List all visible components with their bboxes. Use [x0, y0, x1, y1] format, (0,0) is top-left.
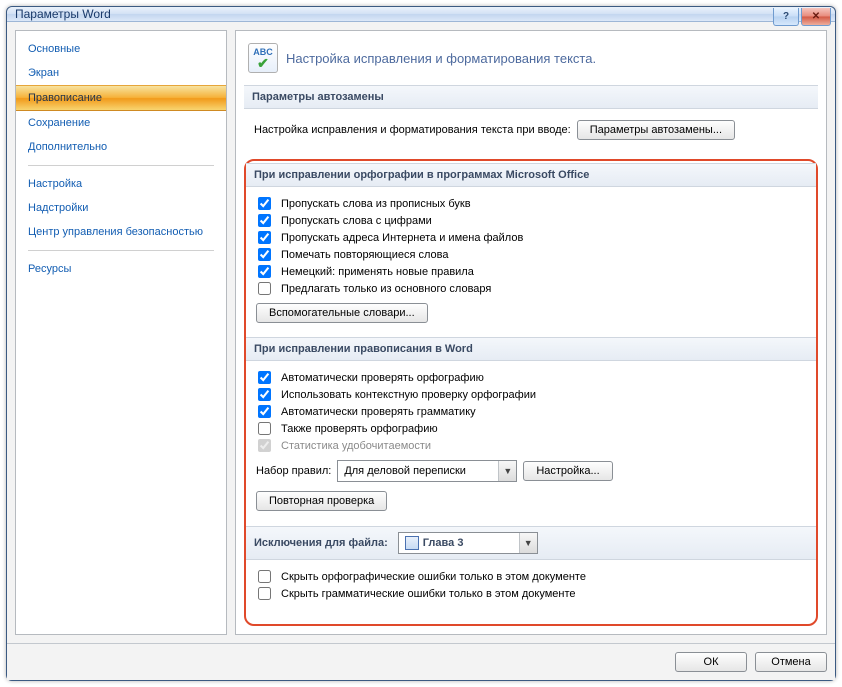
- proofing-icon: ABC ✔: [248, 43, 278, 73]
- sidebar-item-resources[interactable]: Ресурсы: [16, 257, 226, 281]
- ruleset-label: Набор правил:: [256, 465, 331, 477]
- highlight-box: При исправлении орфографии в программах …: [244, 159, 818, 626]
- category-sidebar: Основные Экран Правописание Сохранение Д…: [15, 30, 227, 635]
- chk-readability: [258, 439, 271, 452]
- titlebar: Параметры Word ? ✕: [7, 7, 835, 22]
- sidebar-item-save[interactable]: Сохранение: [16, 111, 226, 135]
- cancel-button[interactable]: Отмена: [755, 652, 827, 672]
- chk-auto-grammar[interactable]: [258, 405, 271, 418]
- close-button[interactable]: ✕: [801, 8, 831, 26]
- sidebar-item-advanced[interactable]: Дополнительно: [16, 135, 226, 159]
- exceptions-file-select[interactable]: Глава 3 ▼: [398, 532, 538, 554]
- chk-hide-grammar-errors[interactable]: [258, 587, 271, 600]
- recheck-button[interactable]: Повторная проверка: [256, 491, 387, 511]
- chk-hide-spell-errors[interactable]: [258, 570, 271, 583]
- content-panel: ABC ✔ Настройка исправления и форматиров…: [235, 30, 827, 635]
- sidebar-item-proofing[interactable]: Правописание: [16, 85, 226, 111]
- chk-german-rules[interactable]: [258, 265, 271, 278]
- ruleset-select[interactable]: Для деловой переписки ▼: [337, 460, 517, 482]
- section-office-spell-title: При исправлении орфографии в программах …: [246, 163, 816, 187]
- chk-flag-repeat[interactable]: [258, 248, 271, 261]
- chk-context-spell[interactable]: [258, 388, 271, 401]
- autocorrect-options-button[interactable]: Параметры автозамены...: [577, 120, 735, 140]
- section-exceptions-title: Исключения для файла: Глава 3 ▼: [246, 526, 816, 560]
- section-autocorrect-title: Параметры автозамены: [244, 85, 818, 109]
- chk-main-dict-only[interactable]: [258, 282, 271, 295]
- sidebar-item-general[interactable]: Основные: [16, 37, 226, 61]
- section-word-spell-title: При исправлении правописания в Word: [246, 337, 816, 361]
- window-title: Параметры Word: [15, 7, 111, 21]
- sidebar-separator: [28, 250, 214, 251]
- page-header: ABC ✔ Настройка исправления и форматиров…: [244, 39, 818, 85]
- sidebar-item-trustcenter[interactable]: Центр управления безопасностью: [16, 220, 226, 244]
- chevron-down-icon: ▼: [498, 461, 516, 481]
- dialog-footer: ОК Отмена: [7, 643, 835, 680]
- chk-ignore-uppercase[interactable]: [258, 197, 271, 210]
- page-title: Настройка исправления и форматирования т…: [286, 51, 596, 66]
- chk-also-spell[interactable]: [258, 422, 271, 435]
- document-icon: [405, 536, 419, 550]
- ok-button[interactable]: ОК: [675, 652, 747, 672]
- chk-ignore-digits[interactable]: [258, 214, 271, 227]
- chk-auto-spell[interactable]: [258, 371, 271, 384]
- grammar-settings-button[interactable]: Настройка...: [523, 461, 612, 481]
- autocorrect-desc: Настройка исправления и форматирования т…: [254, 124, 571, 136]
- help-button[interactable]: ?: [773, 8, 799, 26]
- sidebar-item-display[interactable]: Экран: [16, 61, 226, 85]
- sidebar-item-customize[interactable]: Настройка: [16, 172, 226, 196]
- chevron-down-icon: ▼: [519, 533, 537, 553]
- custom-dictionaries-button[interactable]: Вспомогательные словари...: [256, 303, 428, 323]
- sidebar-separator: [28, 165, 214, 166]
- options-dialog: Параметры Word ? ✕ Основные Экран Правоп…: [6, 6, 836, 681]
- sidebar-item-addins[interactable]: Надстройки: [16, 196, 226, 220]
- chk-ignore-urls[interactable]: [258, 231, 271, 244]
